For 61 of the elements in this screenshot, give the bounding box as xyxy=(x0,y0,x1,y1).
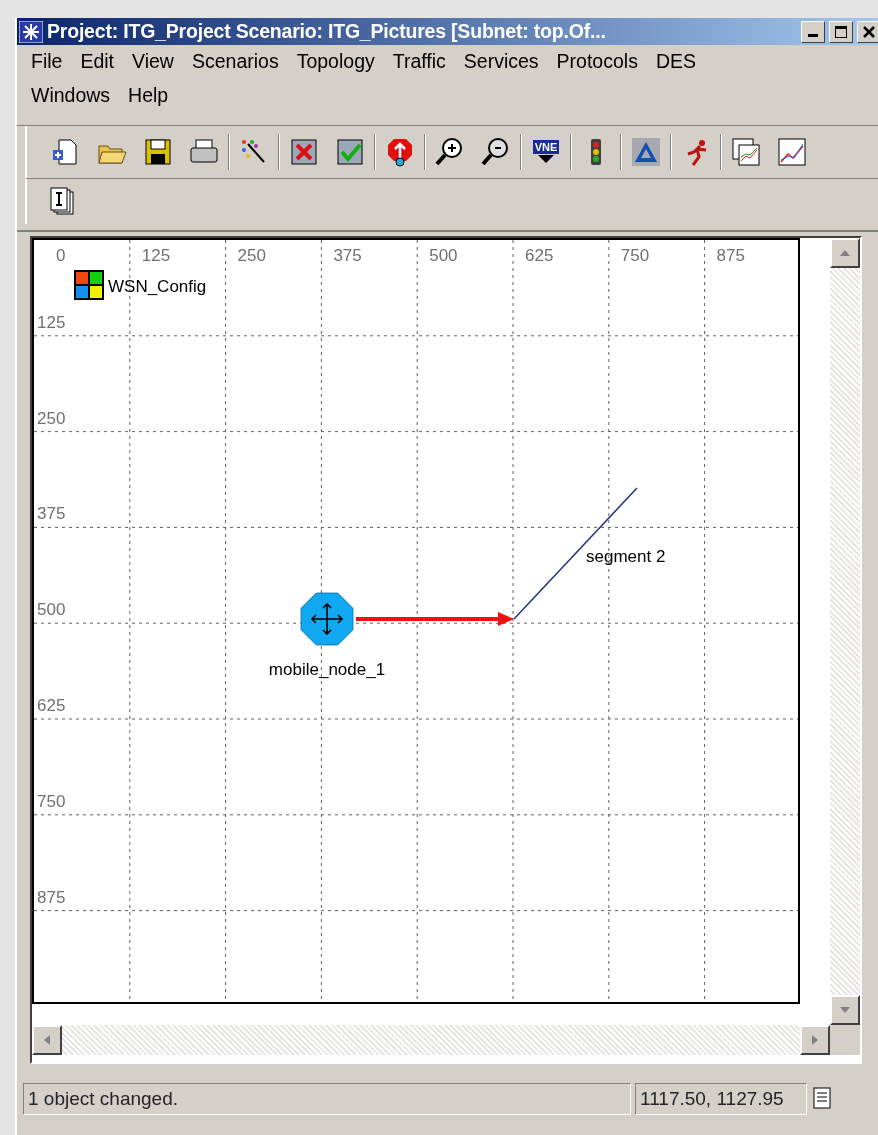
document-stack-icon[interactable] xyxy=(49,185,77,218)
axis-label: 125 xyxy=(141,246,171,265)
trajectory-arrow[interactable] xyxy=(356,612,514,626)
axis-label: 625 xyxy=(525,246,554,265)
scroll-up-button[interactable] xyxy=(830,238,860,268)
menu-item[interactable]: DES xyxy=(645,47,704,77)
axis-label: 125 xyxy=(37,312,66,332)
menu-item[interactable]: View xyxy=(122,47,182,77)
axis-label: 875 xyxy=(716,246,745,265)
save-icon[interactable] xyxy=(142,136,174,168)
vertical-scrollbar[interactable] xyxy=(830,238,860,1025)
delete-icon[interactable] xyxy=(288,136,320,168)
axis-label: 625 xyxy=(37,696,66,715)
up-arrow-icon xyxy=(839,249,851,257)
right-arrow-icon xyxy=(811,1034,819,1046)
menu-item[interactable]: Edit xyxy=(70,47,123,77)
maximize-icon xyxy=(834,24,848,39)
config-node-icon[interactable] xyxy=(74,270,104,300)
horizontal-scrollbar[interactable] xyxy=(32,1025,830,1055)
node-label: WSN_Config xyxy=(108,277,207,296)
menu-item[interactable]: Services xyxy=(453,47,547,77)
mobile-node-icon[interactable] xyxy=(300,592,354,646)
axis-label: 500 xyxy=(37,600,66,620)
scroll-left-button[interactable] xyxy=(32,1025,62,1055)
window-title: Project: ITG_Project Scenario: ITG_Pictures [Subnet: top.Of... xyxy=(47,18,607,44)
axis-label: 750 xyxy=(620,246,650,265)
menu-item[interactable]: Protocols xyxy=(546,47,646,77)
caret-icon xyxy=(536,154,556,164)
scroll-down-button[interactable] xyxy=(830,995,860,1025)
status-message: 1 object changed. xyxy=(23,1083,631,1115)
menu-item[interactable]: Topology xyxy=(286,47,383,77)
minimize-icon xyxy=(808,34,818,37)
network-canvas[interactable]: 0 125 250 375 500 625 750 875 125 250 375 500 625 750 875 WSN_Config mobile_node_1 segment 2 xyxy=(32,238,800,1004)
node-label: mobile_node_1 xyxy=(268,660,386,679)
axis-label: 375 xyxy=(333,246,362,265)
menu-item[interactable]: File xyxy=(21,47,71,77)
axis-label: 0 xyxy=(56,246,66,265)
menu-item[interactable]: Windows xyxy=(21,81,119,111)
segment-label: segment 2 xyxy=(586,547,666,566)
menu-item[interactable]: Help xyxy=(118,81,177,111)
scroll-right-button[interactable] xyxy=(800,1025,830,1055)
minimize-button[interactable] xyxy=(801,20,825,43)
checkmark-icon[interactable] xyxy=(334,136,366,168)
axis-label: 250 xyxy=(237,246,266,265)
stacked-graphs-icon[interactable] xyxy=(730,136,762,168)
axis-label: 750 xyxy=(37,791,66,811)
menu-item[interactable]: Traffic xyxy=(382,47,454,77)
maximize-button[interactable] xyxy=(829,20,853,43)
scrollbar-corner xyxy=(830,1025,860,1055)
cursor-coordinates: 1117.50, 1127.95 xyxy=(635,1083,807,1115)
left-arrow-icon xyxy=(43,1034,51,1046)
axis-label: 250 xyxy=(37,408,66,428)
menu-item[interactable]: Scenarios xyxy=(181,47,287,77)
axis-label: 375 xyxy=(37,504,66,524)
axis-label: 500 xyxy=(429,246,458,265)
axis-label: 875 xyxy=(37,887,66,907)
close-icon xyxy=(862,24,876,39)
down-arrow-icon xyxy=(839,1006,851,1014)
star-logo-icon xyxy=(19,20,43,43)
line-graph-icon[interactable] xyxy=(776,136,808,168)
close-button[interactable] xyxy=(857,20,878,43)
